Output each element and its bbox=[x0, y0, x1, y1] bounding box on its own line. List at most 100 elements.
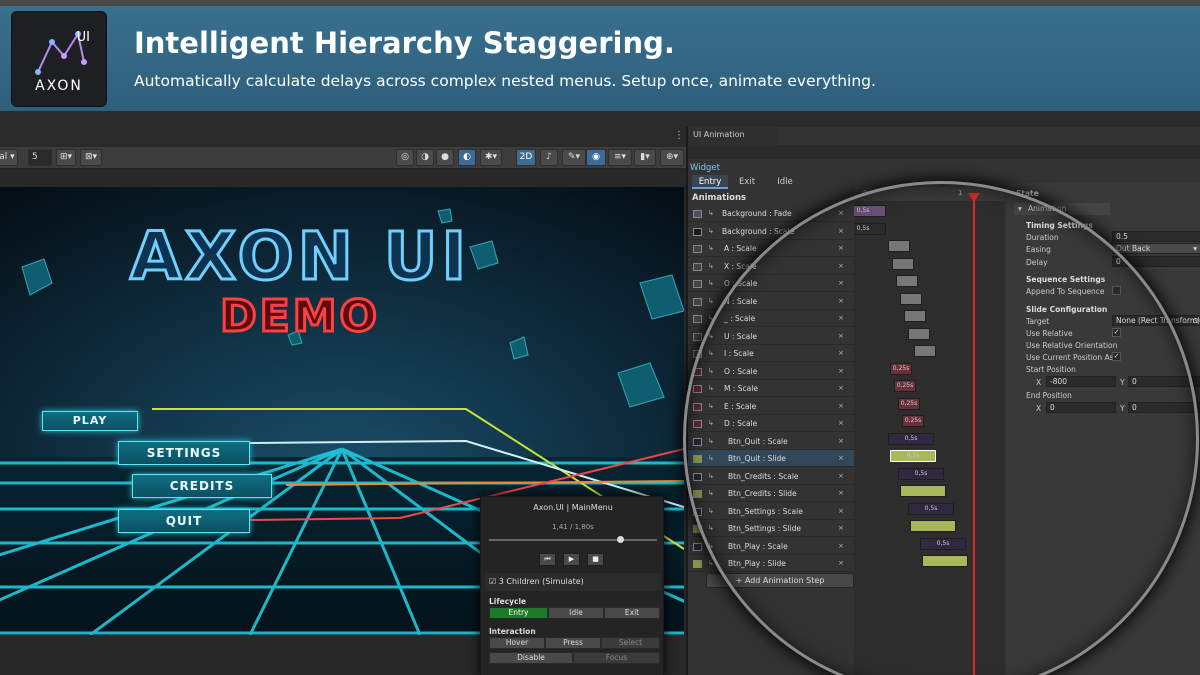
color-swatch[interactable] bbox=[693, 245, 702, 253]
animation-row[interactable]: ↳ Btn_Quit : Slide × bbox=[688, 450, 854, 467]
color-swatch[interactable] bbox=[693, 490, 702, 498]
timeline-bar[interactable]: 0,5s bbox=[898, 467, 944, 480]
color-swatch[interactable] bbox=[693, 455, 702, 463]
animation-row[interactable]: ↳ U : Scale × bbox=[688, 328, 854, 345]
remove-icon[interactable]: × bbox=[838, 485, 844, 502]
animation-foldout[interactable]: ▾ Animation bbox=[1014, 203, 1110, 215]
target-field[interactable]: None (Rect Transform) ⊙ bbox=[1112, 315, 1200, 326]
start-x-field[interactable]: -800 bbox=[1046, 376, 1116, 387]
animation-row[interactable]: ↳ Btn_Credits : Slide × bbox=[688, 485, 854, 502]
remove-icon[interactable]: × bbox=[838, 363, 844, 380]
duration-field[interactable]: 0.5 bbox=[1112, 231, 1200, 242]
menu-play-button[interactable]: PLAY bbox=[42, 411, 138, 431]
animation-row[interactable]: ↳ Btn_Settings : Slide × bbox=[688, 520, 854, 537]
tab-entry[interactable]: Entry bbox=[692, 175, 728, 189]
gizmo-icon[interactable]: ✎▾ bbox=[562, 149, 586, 166]
toolbar-dropdown[interactable]: al ▾ bbox=[0, 149, 18, 166]
object-picker-icon[interactable]: ⊙ bbox=[1193, 316, 1199, 325]
remove-icon[interactable]: × bbox=[838, 205, 844, 222]
globe-icon[interactable]: ◎ bbox=[396, 149, 414, 166]
remove-icon[interactable]: × bbox=[838, 415, 844, 432]
timeline-bar[interactable] bbox=[914, 345, 936, 357]
timeline-bar[interactable] bbox=[896, 275, 918, 287]
lighting-icon[interactable]: ◐ bbox=[458, 149, 476, 166]
remove-icon[interactable]: × bbox=[838, 468, 844, 485]
timeline-bar[interactable] bbox=[910, 520, 956, 532]
audio-icon[interactable]: ♪ bbox=[540, 149, 558, 166]
timeline-bar[interactable]: 0,25s bbox=[894, 380, 916, 392]
color-swatch[interactable] bbox=[693, 262, 702, 271]
color-swatch[interactable] bbox=[693, 350, 702, 358]
color-swatch[interactable] bbox=[693, 280, 702, 288]
sphere-icon[interactable]: ● bbox=[436, 149, 454, 166]
color-swatch[interactable] bbox=[693, 297, 702, 306]
remove-icon[interactable]: × bbox=[838, 433, 844, 450]
animation-row[interactable]: ↳ Btn_Play : Scale × bbox=[688, 538, 854, 555]
interaction-press-button[interactable]: Press bbox=[545, 637, 601, 649]
end-y-field[interactable]: 0 bbox=[1128, 402, 1200, 413]
remove-icon[interactable]: × bbox=[838, 223, 844, 240]
preview-scrubber[interactable] bbox=[489, 536, 657, 543]
color-swatch[interactable] bbox=[693, 507, 702, 516]
grid-snap-icon[interactable]: ⊞▾ bbox=[56, 149, 76, 166]
mode-2d-button[interactable]: 2D bbox=[516, 149, 536, 166]
simulate-toggle[interactable]: ☑ 3 Children (Simulate) bbox=[485, 573, 661, 591]
animation-row[interactable]: ↳ Btn_Credits : Scale × bbox=[688, 468, 854, 485]
color-swatch[interactable] bbox=[693, 315, 702, 323]
timeline-bar[interactable] bbox=[908, 327, 930, 340]
start-y-field[interactable]: 0 bbox=[1128, 376, 1200, 387]
remove-icon[interactable]: × bbox=[838, 555, 844, 572]
timeline-bar[interactable]: 0,5s bbox=[854, 205, 886, 217]
color-swatch[interactable] bbox=[693, 332, 702, 341]
timeline-bar[interactable] bbox=[888, 240, 910, 252]
remove-icon[interactable]: × bbox=[838, 538, 844, 555]
lifecycle-exit-button[interactable]: Exit bbox=[604, 607, 660, 619]
delay-field[interactable]: 0 bbox=[1112, 256, 1200, 267]
remove-icon[interactable]: × bbox=[838, 310, 844, 327]
timeline-bar[interactable]: 0,25s bbox=[902, 415, 924, 427]
menu-credits-button[interactable]: CREDITS bbox=[132, 474, 272, 498]
remove-icon[interactable]: × bbox=[838, 380, 844, 397]
animation-row[interactable]: ↳ X : Scale × bbox=[688, 258, 854, 275]
animation-row[interactable]: ↳ D : Scale × bbox=[688, 415, 854, 432]
interaction-hover-button[interactable]: Hover bbox=[489, 637, 545, 649]
interaction-focus-button[interactable]: Focus bbox=[573, 652, 660, 664]
camera-icon[interactable]: ▮▾ bbox=[634, 149, 656, 166]
grid-size-field[interactable]: 5 bbox=[28, 149, 52, 166]
playhead-handle[interactable] bbox=[968, 193, 980, 202]
timeline-bar[interactable] bbox=[892, 257, 914, 270]
remove-icon[interactable]: × bbox=[838, 503, 844, 520]
tab-exit[interactable]: Exit bbox=[730, 175, 764, 189]
color-swatch[interactable] bbox=[693, 227, 702, 236]
animation-row[interactable]: ↳ Btn_Quit : Scale × bbox=[688, 433, 854, 450]
designer-tab[interactable]: UI Animation Designer bbox=[688, 127, 778, 155]
color-swatch[interactable] bbox=[693, 420, 702, 428]
use-relative-checkbox[interactable]: ✓ bbox=[1112, 328, 1121, 337]
color-swatch[interactable] bbox=[693, 367, 702, 376]
timeline-bar[interactable] bbox=[922, 555, 968, 567]
scrubber-thumb[interactable] bbox=[617, 536, 625, 543]
color-swatch[interactable] bbox=[693, 472, 702, 481]
checkbox-icon[interactable]: ☑ bbox=[489, 577, 496, 586]
animation-row[interactable]: ↳ Btn_Play : Slide × bbox=[688, 555, 854, 572]
animation-row[interactable]: ↳ I : Scale × bbox=[688, 345, 854, 362]
animation-row[interactable]: ↳ O : Scale × bbox=[688, 363, 854, 380]
color-swatch[interactable] bbox=[693, 402, 702, 411]
color-swatch[interactable] bbox=[693, 437, 702, 446]
menu-settings-button[interactable]: SETTINGS bbox=[118, 441, 250, 465]
lifecycle-idle-button[interactable]: Idle bbox=[548, 607, 604, 619]
remove-icon[interactable]: × bbox=[838, 328, 844, 345]
rewind-icon[interactable]: ⏮ bbox=[539, 553, 556, 566]
animation-row[interactable]: ↳ O : Scale × bbox=[688, 275, 854, 292]
tab-idle[interactable]: Idle bbox=[768, 175, 802, 189]
interaction-select-button[interactable]: Select bbox=[601, 637, 660, 649]
interaction-disable-button[interactable]: Disable bbox=[489, 652, 573, 664]
timeline-bar[interactable]: 0,5s bbox=[890, 450, 936, 462]
animation-row[interactable]: ↳ A : Scale × bbox=[688, 240, 854, 257]
animation-row[interactable]: ↳ M : Scale × bbox=[688, 380, 854, 397]
end-x-field[interactable]: 0 bbox=[1046, 402, 1116, 413]
timeline-bar[interactable]: 0,5s bbox=[920, 537, 966, 550]
remove-icon[interactable]: × bbox=[838, 520, 844, 537]
layers-icon[interactable]: ≡▾ bbox=[608, 149, 632, 166]
color-swatch[interactable] bbox=[693, 210, 702, 218]
